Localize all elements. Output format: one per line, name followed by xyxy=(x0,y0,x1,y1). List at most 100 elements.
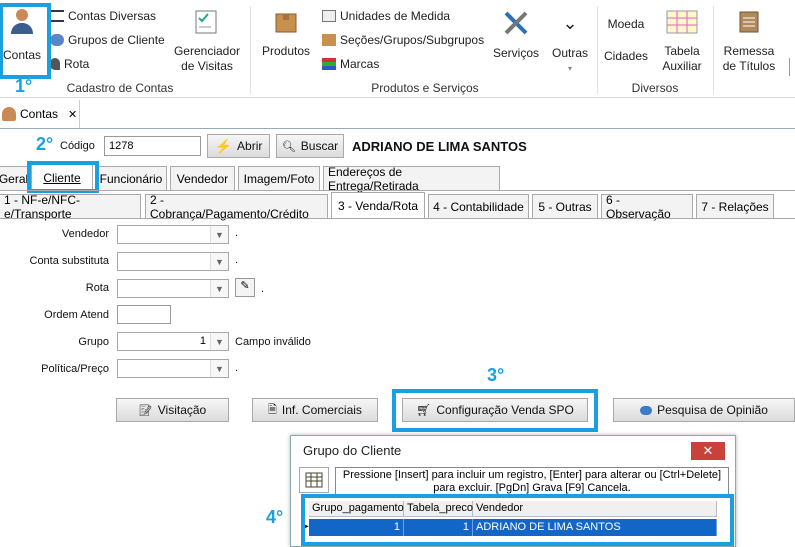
servicos-button[interactable]: Serviços xyxy=(490,8,542,61)
chevron-down-icon: ▼ xyxy=(210,253,228,270)
contas-diversas-label: Contas Diversas xyxy=(68,9,157,23)
close-icon[interactable]: ✕ xyxy=(68,108,77,121)
cidades-button[interactable]: Cidades xyxy=(602,49,650,64)
codigo-label: Código xyxy=(60,140,95,152)
vendedor-desc: . xyxy=(235,227,239,239)
subtab-nfe[interactable]: 1 - NF-e/NFC-e/Transporte xyxy=(0,193,141,221)
subtab-strip-border xyxy=(0,218,795,219)
pesquisa-opiniao-button[interactable]: Pesquisa de Opinião xyxy=(613,398,795,422)
moeda-button[interactable]: Moeda xyxy=(602,17,650,32)
abrir-button[interactable]: ⚡ Abrir xyxy=(207,134,270,158)
checklist-icon xyxy=(195,10,217,34)
subtab-relacoes[interactable]: 7 - Relações xyxy=(696,194,774,218)
marcas-item[interactable]: Marcas xyxy=(322,57,379,71)
chevron-down-icon: ▼ xyxy=(210,360,228,377)
highlight-step-2 xyxy=(27,161,99,193)
subtab-contabilidade[interactable]: 4 - Contabilidade xyxy=(428,194,529,218)
subtab-outras[interactable]: 5 - Outras xyxy=(532,194,598,218)
visitacao-label: Visitação xyxy=(157,403,207,417)
tab-funcionario[interactable]: Funcionário xyxy=(95,166,167,190)
grupo-value: 1 xyxy=(199,335,206,347)
unidades-medida-item[interactable]: Unidades de Medida xyxy=(322,9,450,23)
tab-enderecos[interactable]: Endereços de Entrega/Retirada xyxy=(323,165,500,193)
visitacao-button[interactable]: 📝︎ Visitação xyxy=(116,398,229,422)
codigo-input[interactable]: 1278 xyxy=(104,136,201,156)
chevron-down-icon: ▼ xyxy=(210,333,228,350)
outras-button[interactable]: ⌄ Outras ▾ xyxy=(548,8,592,76)
subtab-observacao[interactable]: 6 - Observação xyxy=(601,193,693,221)
step-4-label: 4° xyxy=(266,507,284,527)
produtos-button[interactable]: Produtos xyxy=(258,8,314,59)
tab-geral[interactable]: Geral xyxy=(0,166,28,190)
ribbon-separator xyxy=(713,6,714,94)
group-diversos-label: Diversos xyxy=(631,81,679,95)
dropdown-arrow-icon: ▾ xyxy=(567,64,572,73)
checklist-icon: 📝︎ xyxy=(138,404,153,417)
politica-desc: . xyxy=(235,362,239,374)
grupos-cliente-item[interactable]: Grupos de Cliente xyxy=(50,33,165,47)
secoes-label: Seções/Grupos/Subgrupos xyxy=(340,33,485,47)
chevron-down-icon: ⌄ xyxy=(562,13,578,33)
highlight-step-1 xyxy=(0,3,51,79)
buscar-button[interactable]: 🔍︎ Buscar xyxy=(276,134,344,158)
app-window: Contas Contas Diversas Grupos de Cliente… xyxy=(0,0,795,547)
close-icon[interactable]: ✕ xyxy=(691,442,725,460)
inf-comerciais-button[interactable]: 🗎 Inf. Comerciais xyxy=(252,398,378,422)
ribbon-separator xyxy=(250,6,251,94)
person-icon xyxy=(2,107,16,121)
document-stack-icon xyxy=(739,11,759,33)
magnifier-icon: 🔍︎ xyxy=(281,140,296,153)
subtab-cobranca[interactable]: 2 - Cobrança/Pagamento/Crédito xyxy=(145,193,328,221)
conta-substituta-select[interactable]: ▼ xyxy=(117,252,229,271)
conta-substituta-desc: . xyxy=(235,254,239,266)
tabela-label: Tabela Auxiliar xyxy=(662,44,702,73)
ruler-icon xyxy=(322,10,336,22)
document-tab-contas[interactable]: Contas ✕ xyxy=(0,100,80,128)
table-icon xyxy=(666,10,698,34)
map-edit-icon[interactable]: ✎ xyxy=(235,278,255,297)
rota-label: Rota xyxy=(85,282,109,294)
highlight-step-4 xyxy=(301,494,734,546)
tab-divider xyxy=(0,128,795,129)
rota-select[interactable]: ▼ xyxy=(117,279,229,298)
map-pin-icon xyxy=(50,58,60,70)
group-icon xyxy=(50,34,64,46)
subtab-venda-rota[interactable]: 3 - Venda/Rota xyxy=(331,192,425,218)
marcas-label: Marcas xyxy=(340,57,380,71)
remessa-titulos-button[interactable]: Remessa de Títulos xyxy=(718,8,780,74)
tab-imagem-foto[interactable]: Imagem/Foto xyxy=(238,166,320,190)
ribbon-separator xyxy=(597,6,598,94)
grupo-select[interactable]: 1 ▼ xyxy=(117,332,229,351)
group-produtos-label: Produtos e Serviços xyxy=(371,81,479,95)
secoes-item[interactable]: Seções/Grupos/Subgrupos xyxy=(322,33,484,47)
contas-diversas-item[interactable]: Contas Diversas xyxy=(50,9,156,23)
politica-preco-select[interactable]: ▼ xyxy=(117,359,229,378)
gerenciador-label: Gerenciador de Visitas xyxy=(173,44,241,73)
grupo-status: Campo inválido xyxy=(235,336,311,348)
client-name: ADRIANO DE LIMA SANTOS xyxy=(352,139,527,154)
document-tab-label: Contas xyxy=(20,107,59,121)
speech-bubble-icon xyxy=(640,405,653,415)
box-icon xyxy=(275,13,297,33)
conta-substituta-label: Conta substituta xyxy=(29,255,110,267)
highlight-step-3 xyxy=(392,389,598,432)
buscar-label: Buscar xyxy=(300,139,339,153)
rota-label: Rota xyxy=(64,57,90,71)
remessa-label: Remessa de Títulos xyxy=(722,44,776,73)
ordem-atend-input[interactable] xyxy=(117,305,171,324)
gerenciador-visitas-button[interactable]: Gerenciador de Visitas xyxy=(172,8,242,74)
tabela-auxiliar-button[interactable]: Tabela Auxiliar xyxy=(655,8,709,74)
vendedor-select[interactable]: ▼ xyxy=(117,225,229,244)
group-cadastro-label: Cadastro de Contas xyxy=(66,81,174,95)
rota-item[interactable]: Rota xyxy=(50,57,89,71)
ribbon: Contas Contas Diversas Grupos de Cliente… xyxy=(0,0,795,98)
servicos-label: Serviços xyxy=(492,46,539,60)
tab-vendedor[interactable]: Vendedor xyxy=(170,166,235,190)
inf-comerciais-label: Inf. Comerciais xyxy=(281,403,362,417)
unidades-medida-label: Unidades de Medida xyxy=(340,9,451,23)
step-2-label: 2° xyxy=(36,134,54,154)
grupos-cliente-label: Grupos de Cliente xyxy=(68,33,165,47)
tools-icon xyxy=(504,11,528,35)
pesquisa-label: Pesquisa de Opinião xyxy=(657,403,768,417)
dialog-hint: Pressione [Insert] para incluir um regis… xyxy=(335,467,729,495)
